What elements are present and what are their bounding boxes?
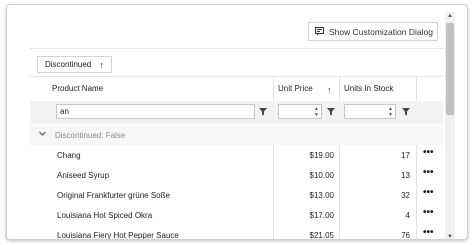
product-name-cell: Louisiana Fiery Hot Pepper Sauce [57,231,179,240]
sort-ascending-icon: ↑ [99,59,104,70]
table-row[interactable]: Chang $19.00 17 ••• [30,145,443,165]
unit-price-cell: $13.00 [309,191,334,200]
chevron-down-icon[interactable] [38,129,47,138]
scroll-up-icon[interactable]: ▲ [447,13,453,19]
product-name-cell: Aniseed Syrup [57,171,110,180]
group-label: Discontinued: False [55,131,126,140]
scroll-down-icon[interactable]: ▼ [447,234,453,239]
row-menu-icon[interactable]: ••• [423,207,434,218]
row-menu-icon[interactable]: ••• [423,227,434,238]
spin-down-icon[interactable]: ▼ [388,112,393,118]
spin-buttons[interactable]: ▲ ▼ [314,106,319,118]
column-divider [416,145,417,239]
units-in-stock-cell: 4 [405,211,410,220]
unit-price-cell: $17.00 [309,211,334,220]
group-row[interactable]: Discontinued: False [30,125,443,145]
row-menu-icon[interactable]: ••• [423,187,434,198]
units-in-stock-cell: 13 [401,171,410,180]
column-divider [273,145,274,239]
table-row[interactable]: Original Frankfurter grüne Soße $13.00 3… [30,185,443,205]
table-row[interactable]: Louisiana Hot Spiced Okra $17.00 4 ••• [30,205,443,225]
unit-price-cell: $10.00 [309,171,334,180]
filter-icon[interactable] [402,108,410,116]
divider [30,48,443,49]
filter-value: an [60,107,69,116]
column-header-product-name[interactable]: Product Name [47,76,273,101]
units-in-stock-cell: 32 [401,191,410,200]
customize-icon [315,27,324,36]
group-chip-discontinued[interactable]: Discontinued ↑ [37,56,112,73]
units-in-stock-filter-input[interactable]: ▲ ▼ [344,104,396,119]
filter-row: an ▲ ▼ ▲ ▼ [30,101,443,124]
row-menu-icon[interactable]: ••• [423,147,434,158]
filter-icon[interactable] [259,108,267,116]
units-in-stock-cell: 76 [401,231,410,240]
column-label: Product Name [52,84,104,93]
unit-price-cell: $21.05 [309,231,334,240]
vertical-scrollbar[interactable]: ▲ ▼ [445,12,455,239]
units-in-stock-cell: 17 [401,151,410,160]
unit-price-filter-input[interactable]: ▲ ▼ [278,104,322,119]
filter-icon[interactable] [327,108,335,116]
product-name-cell: Louisiana Hot Spiced Okra [57,211,153,220]
product-name-filter-input[interactable]: an [56,104,255,119]
spin-down-icon[interactable]: ▼ [314,112,319,118]
grid-container: Show Customization Dialog Discontinued ↑… [6,4,468,240]
table-row[interactable]: Louisiana Fiery Hot Pepper Sauce $21.05 … [30,225,443,240]
table-row[interactable]: Aniseed Syrup $10.00 13 ••• [30,165,443,185]
product-name-cell: Chang [57,151,81,160]
spin-buttons[interactable]: ▲ ▼ [388,106,393,118]
column-label: Units In Stock [344,84,394,93]
scrollbar-thumb[interactable] [446,23,454,115]
group-chip-label: Discontinued [45,60,92,69]
data-grid: Show Customization Dialog Discontinued ↑… [30,12,443,240]
unit-price-cell: $19.00 [309,151,334,160]
customize-label: Show Customization Dialog [329,26,433,37]
show-customization-dialog-button[interactable]: Show Customization Dialog [308,22,438,41]
column-header-units-in-stock[interactable]: Units In Stock [339,76,416,101]
row-menu-icon[interactable]: ••• [423,167,434,178]
column-label: Unit Price [278,84,313,93]
product-name-cell: Original Frankfurter grüne Soße [57,191,170,200]
column-divider [339,145,340,239]
sort-ascending-icon[interactable]: ↑ [327,85,332,95]
